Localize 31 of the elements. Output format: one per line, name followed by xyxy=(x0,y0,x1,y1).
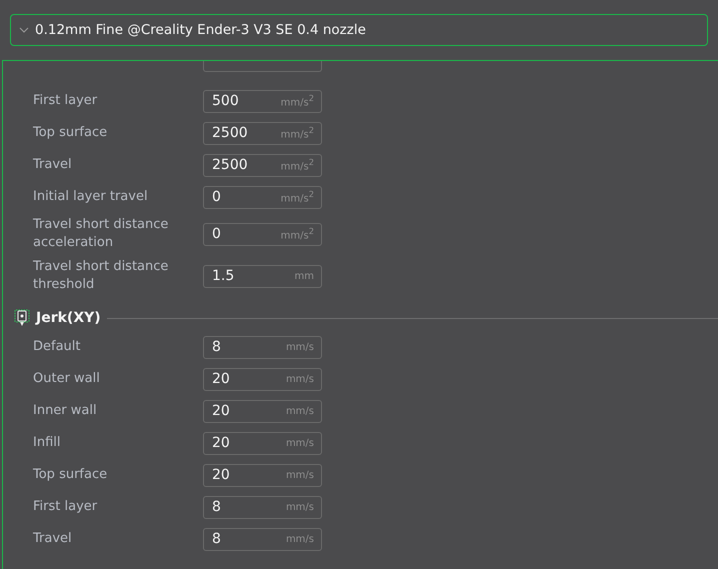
setting-label: Default xyxy=(32,338,82,356)
value-field[interactable]: 500 mm/s$^{2}$ xyxy=(203,90,322,112)
value-field[interactable]: 20 mm/s xyxy=(203,400,322,422)
value-field[interactable]: 2500 mm/s$^{2}$ xyxy=(203,154,322,176)
value-field[interactable]: 8 mm/s xyxy=(203,496,322,518)
setting-label: First layer xyxy=(32,498,98,516)
extruder-icon xyxy=(14,309,30,327)
setting-label: Inner wall xyxy=(32,402,98,420)
value-field[interactable]: 20 mm/s xyxy=(203,432,322,454)
preset-name: 0.12mm Fine @Creality Ender-3 V3 SE 0.4 nozzle xyxy=(35,22,366,38)
setting-label: Top surface xyxy=(32,466,108,484)
section-title: Jerk(XY) xyxy=(36,310,101,326)
value-field[interactable]: 2500 mm/s$^{2}$ xyxy=(203,122,322,144)
setting-label: First layer xyxy=(32,92,98,110)
setting-label: Outer wall xyxy=(32,370,101,388)
setting-label: Travel short distance acceleration xyxy=(32,216,170,252)
preset-dropdown[interactable]: 0.12mm Fine @Creality Ender-3 V3 SE 0.4 nozzle xyxy=(10,14,708,46)
value-field[interactable]: 0 mm/s$^{2}$ xyxy=(203,222,322,246)
setting-label: Top surface xyxy=(32,124,108,142)
value-field[interactable]: 0 mm/s$^{2}$ xyxy=(203,186,322,208)
value-field[interactable]: 8 mm/s xyxy=(203,336,322,358)
setting-label: Infill xyxy=(32,434,62,452)
chevron-down-icon xyxy=(19,27,29,33)
value-field[interactable]: 1.5 mm xyxy=(203,264,322,288)
setting-label: Initial layer travel xyxy=(32,188,149,206)
setting-label: Travel short distance threshold xyxy=(32,258,170,294)
value-field[interactable]: 8 mm/s xyxy=(203,528,322,550)
setting-label: Travel xyxy=(32,156,73,174)
setting-label: Travel xyxy=(32,530,73,548)
value-field[interactable]: 20 mm/s xyxy=(203,464,322,486)
value-field[interactable]: 20 mm/s xyxy=(203,368,322,390)
